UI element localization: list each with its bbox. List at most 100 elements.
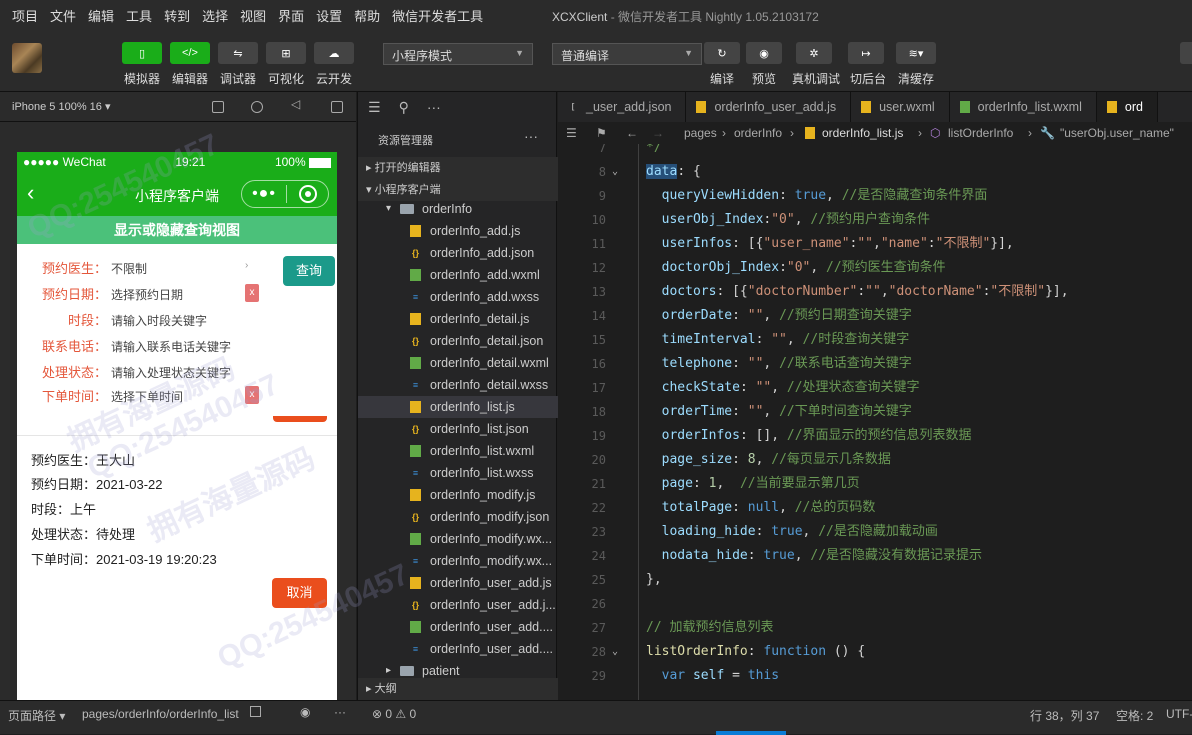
menu-item[interactable]: 工具 bbox=[126, 6, 152, 25]
file-item[interactable]: {} orderInfo_list.json bbox=[358, 418, 558, 440]
file-item[interactable]: orderInfo_user_add.js bbox=[358, 572, 558, 594]
debugger-toggle-button[interactable]: ⇋ bbox=[218, 42, 258, 64]
file-item[interactable]: ≡ orderInfo_modify.wx... bbox=[358, 550, 558, 572]
back-arrow-icon[interactable]: ← bbox=[626, 122, 638, 144]
file-item[interactable]: ≡ orderInfo_detail.wxss bbox=[358, 374, 558, 396]
record-icon[interactable] bbox=[251, 101, 263, 113]
menu-item[interactable]: 视图 bbox=[240, 6, 266, 25]
phone-icon[interactable] bbox=[212, 101, 224, 113]
menu-item[interactable]: 微信开发者工具 bbox=[392, 6, 483, 25]
file-item[interactable]: orderInfo_detail.wxml bbox=[358, 352, 558, 374]
menu-item[interactable]: 设置 bbox=[316, 6, 342, 25]
code-line[interactable]: 20 page_size: 8, //每页显示几条数据 bbox=[558, 448, 1192, 472]
breadcrumb-property[interactable]: "userObj.user_name" bbox=[1060, 122, 1174, 144]
preview-button[interactable]: ◉ bbox=[746, 42, 782, 64]
code-line[interactable]: 11 userInfos: [{"user_name":"","name":"不… bbox=[558, 232, 1192, 256]
code-line[interactable]: 13 doctors: [{"doctorNumber":"","doctorN… bbox=[558, 280, 1192, 304]
simulator-toggle-button[interactable]: ▯ bbox=[122, 42, 162, 64]
bookmark-icon[interactable]: ⚑ bbox=[596, 122, 607, 144]
menu-item[interactable]: 编辑 bbox=[88, 6, 114, 25]
breadcrumb-pages[interactable]: pages bbox=[684, 122, 717, 144]
device-select[interactable]: iPhone 5 100% 16 ▾ bbox=[12, 100, 110, 113]
file-item[interactable]: orderInfo_list.wxml bbox=[358, 440, 558, 462]
file-item[interactable]: ≡ orderInfo_add.wxss bbox=[358, 286, 558, 308]
code-line[interactable]: 7 */ bbox=[558, 144, 1192, 160]
code-line[interactable]: 21 page: 1, //当前要显示第几页 bbox=[558, 472, 1192, 496]
file-item[interactable]: ≡ orderInfo_user_add.... bbox=[358, 638, 558, 660]
popout-icon[interactable] bbox=[331, 101, 343, 113]
problems-indicator[interactable]: ⊗ 0 ⚠ 0 bbox=[372, 707, 416, 721]
form-row-phone[interactable]: 联系电话： 请输入联系电话关键字 bbox=[17, 332, 337, 356]
background-button[interactable]: ↦ bbox=[848, 42, 884, 64]
menu-item[interactable]: 项目 bbox=[12, 6, 38, 25]
open-editors-section[interactable]: ▸ 打开的编辑器 bbox=[358, 157, 558, 179]
fold-icon[interactable]: ⌄ bbox=[612, 160, 618, 184]
editor-toggle-button[interactable]: </> bbox=[170, 42, 210, 64]
search-icon[interactable]: ⚲ bbox=[399, 99, 409, 116]
code-line[interactable]: 23 loading_hide: true, //是否隐藏加载动画 bbox=[558, 520, 1192, 544]
menu-item[interactable]: 转到 bbox=[164, 6, 190, 25]
sound-icon[interactable]: ◁ bbox=[291, 97, 303, 113]
editor-tab[interactable]: user.wxml bbox=[851, 92, 950, 122]
file-item[interactable]: orderInfo_user_add.... bbox=[358, 616, 558, 638]
file-item[interactable]: orderInfo_detail.js bbox=[358, 308, 558, 330]
code-line[interactable]: 12 doctorObj_Index:"0", //预约医生查询条件 bbox=[558, 256, 1192, 280]
file-item[interactable]: orderInfo_add.js bbox=[358, 220, 558, 242]
clear-cache-button[interactable]: ≋▾ bbox=[896, 42, 936, 64]
more-icon[interactable]: ··· bbox=[427, 99, 441, 115]
editor-tab[interactable]: orderInfo_list.wxml bbox=[950, 92, 1097, 122]
breadcrumb-folder[interactable]: orderInfo bbox=[734, 122, 782, 144]
clear-ordertime-button[interactable]: x bbox=[245, 386, 259, 404]
encoding[interactable]: UTF- bbox=[1166, 707, 1192, 721]
remote-debug-button[interactable]: ✲ bbox=[796, 42, 832, 64]
code-line[interactable]: 28 ⌄ listOrderInfo: function () { bbox=[558, 640, 1192, 664]
menu-item[interactable]: 文件 bbox=[50, 6, 76, 25]
clear-date-button[interactable]: x bbox=[245, 284, 259, 302]
outline-section[interactable]: ▸ 大纲 bbox=[358, 678, 558, 700]
list-icon[interactable]: ☰ bbox=[566, 122, 577, 144]
fold-icon[interactable]: ⌄ bbox=[612, 640, 618, 664]
menu-icon[interactable]: ☰ bbox=[368, 99, 381, 116]
cursor-position[interactable]: 行 38，列 37 bbox=[1030, 707, 1099, 724]
editor-tab[interactable]: ord bbox=[1096, 92, 1158, 122]
code-line[interactable]: 22 totalPage: null, //总的页码数 bbox=[558, 496, 1192, 520]
form-row-state[interactable]: 处理状态： 请输入处理状态关键字 bbox=[17, 358, 337, 382]
file-item[interactable]: {} orderInfo_add.json bbox=[358, 242, 558, 264]
indent-setting[interactable]: 空格: 2 bbox=[1116, 707, 1153, 724]
code-line[interactable]: 26 bbox=[558, 592, 1192, 616]
file-item[interactable]: {} orderInfo_detail.json bbox=[358, 330, 558, 352]
menu-item[interactable]: 界面 bbox=[278, 6, 304, 25]
eye-icon[interactable]: ◉ bbox=[300, 705, 310, 719]
compile-select[interactable]: 普通编译 ▼ bbox=[552, 43, 702, 65]
more-icon[interactable]: ··· bbox=[524, 128, 538, 144]
forward-arrow-icon[interactable]: → bbox=[652, 122, 664, 144]
code-line[interactable]: 15 timeInterval: "", //时段查询关键字 bbox=[558, 328, 1192, 352]
capsule-menu[interactable]: •●• bbox=[241, 180, 329, 208]
file-item[interactable]: {} orderInfo_modify.json bbox=[358, 506, 558, 528]
code-line[interactable]: 25}, bbox=[558, 568, 1192, 592]
code-line[interactable]: 9 queryViewHidden: true, //是否隐藏查询条件界面 bbox=[558, 184, 1192, 208]
file-item[interactable]: {} orderInfo_user_add.j... bbox=[358, 594, 558, 616]
menu-item[interactable]: 选择 bbox=[202, 6, 228, 25]
editor-tab[interactable]: orderInfo_user_add.js bbox=[686, 92, 852, 122]
more-icon[interactable]: •●• bbox=[242, 185, 286, 203]
code-line[interactable]: 18 orderTime: "", //下单时间查询关键字 bbox=[558, 400, 1192, 424]
more-icon[interactable]: ··· bbox=[334, 705, 346, 719]
code-line[interactable]: 10 userObj_Index:"0", //预约用户查询条件 bbox=[558, 208, 1192, 232]
query-button[interactable]: 查询 bbox=[283, 256, 335, 286]
file-item[interactable]: orderInfo_list.js bbox=[358, 396, 558, 418]
avatar[interactable] bbox=[12, 43, 42, 73]
menu-item[interactable]: 帮助 bbox=[354, 6, 380, 25]
file-item[interactable]: orderInfo_add.wxml bbox=[358, 264, 558, 286]
folder-orderInfo[interactable]: ▾ orderInfo bbox=[358, 198, 558, 220]
editor-tab[interactable]: [_user_add.json bbox=[558, 92, 687, 122]
form-row-ordertime[interactable]: 下单时间： 选择下单时间 bbox=[17, 382, 337, 406]
code-area[interactable]: 7 */ 8 ⌄ data: {9 queryViewHidden: true, //是… bbox=[558, 144, 1192, 700]
compile-button[interactable]: ↻ bbox=[704, 42, 740, 64]
form-row-time[interactable]: 时段： 请输入时段关键字 bbox=[17, 306, 337, 330]
file-item[interactable]: orderInfo_modify.wx... bbox=[358, 528, 558, 550]
code-line[interactable]: 19 orderInfos: [], //界面显示的预约信息列表数据 bbox=[558, 424, 1192, 448]
code-line[interactable]: 14 orderDate: "", //预约日期查询关键字 bbox=[558, 304, 1192, 328]
visual-toggle-button[interactable]: ⊞ bbox=[266, 42, 306, 64]
close-icon[interactable] bbox=[299, 185, 317, 203]
